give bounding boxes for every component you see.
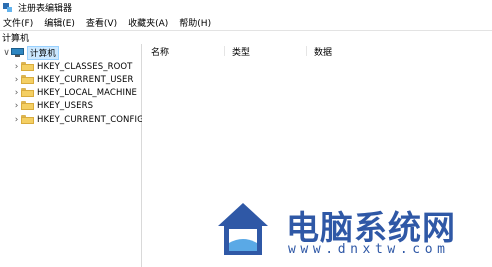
chevron-right-icon[interactable]: › [12, 88, 21, 98]
tree-item-hkcc[interactable]: › HKEY_CURRENT_CONFIG [12, 113, 144, 126]
menu-help[interactable]: 帮助(H) [178, 16, 212, 29]
site-logo [218, 203, 268, 255]
tree-item-label: HKEY_CLASSES_ROOT [37, 61, 133, 72]
menu-bar: 文件(F) 编辑(E) 查看(V) 收藏夹(A) 帮助(H) [0, 14, 492, 30]
menu-file[interactable]: 文件(F) [2, 16, 34, 29]
column-divider[interactable] [306, 46, 307, 56]
menu-view[interactable]: 查看(V) [85, 16, 118, 29]
tree-item-hklm[interactable]: › HKEY_LOCAL_MACHINE [12, 86, 137, 99]
tree-item-label: HKEY_LOCAL_MACHINE [37, 87, 137, 98]
tree-item-label: HKEY_USERS [37, 100, 94, 111]
tree-item-label: HKEY_CURRENT_USER [37, 74, 134, 85]
chevron-down-icon[interactable]: ∨ [2, 48, 11, 58]
tree-item-label: 计算机 [27, 45, 59, 60]
tree-item-label: HKEY_CURRENT_CONFIG [37, 114, 144, 125]
chevron-right-icon[interactable]: › [12, 115, 21, 125]
column-header-data[interactable]: 数据 [314, 44, 332, 58]
window-title: 注册表编辑器 [18, 3, 73, 14]
watermark-url: www.dnxtw.com [288, 242, 450, 257]
tree-item-hkcu[interactable]: › HKEY_CURRENT_USER [12, 73, 134, 86]
tree-item-hku[interactable]: › HKEY_USERS [12, 99, 93, 112]
chevron-right-icon[interactable]: › [12, 75, 21, 85]
address-path[interactable]: 计算机 [2, 31, 29, 44]
folder-icon [21, 115, 34, 124]
chevron-right-icon[interactable]: › [12, 62, 21, 72]
folder-icon [21, 101, 34, 110]
column-header-name[interactable]: 名称 [151, 44, 169, 58]
title-bar: 注册表编辑器 [0, 0, 492, 14]
menu-edit[interactable]: 编辑(E) [43, 16, 76, 29]
folder-icon [21, 62, 34, 71]
folder-icon [21, 88, 34, 97]
tree-item-hkcr[interactable]: › HKEY_CLASSES_ROOT [12, 60, 133, 73]
watermark: 电脑系统网 www.dnxtw.com [213, 199, 492, 265]
folder-icon [21, 75, 34, 84]
chevron-right-icon[interactable]: › [12, 101, 21, 111]
column-divider[interactable] [224, 46, 225, 56]
address-bar[interactable]: 计算机 [0, 30, 492, 45]
computer-icon [11, 48, 24, 57]
tree-item-computer[interactable]: ∨ 计算机 [2, 45, 59, 60]
menu-favorites[interactable]: 收藏夹(A) [127, 16, 169, 29]
column-header-type[interactable]: 类型 [232, 44, 250, 58]
regedit-icon [3, 2, 12, 12]
tree-pane: ∨ 计算机 › HKEY_CLASSES_ROOT › HKEY_CURRENT… [0, 44, 144, 267]
